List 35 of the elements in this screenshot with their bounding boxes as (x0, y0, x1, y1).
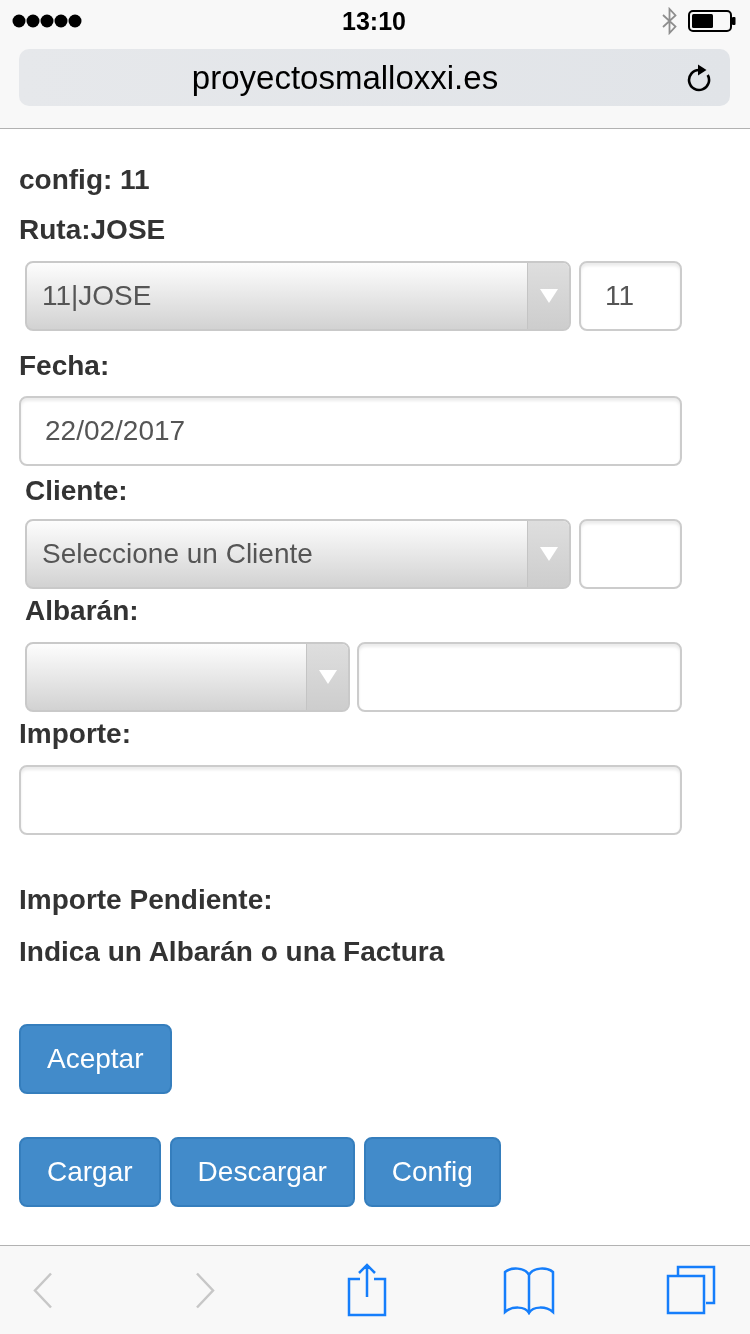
amount-field[interactable] (19, 765, 682, 835)
amount-label: Importe: (19, 717, 131, 751)
reload-icon[interactable] (685, 63, 713, 92)
chevron-left-icon (33, 1271, 53, 1309)
client-select[interactable]: Seleccione un Cliente (25, 519, 571, 589)
signal-strength-icon (12, 14, 82, 28)
message-text: Indica un Albarán o una Factura (19, 935, 445, 969)
delivery-note-field[interactable] (357, 642, 682, 712)
url-text: proyectosmalloxxi.es (190, 58, 500, 97)
battery-icon (688, 10, 736, 32)
address-bar[interactable]: proyectosmalloxxi.es (19, 49, 730, 106)
bluetooth-icon (662, 7, 677, 35)
client-code-field[interactable] (579, 519, 682, 589)
date-label: Fecha: (19, 349, 110, 383)
config-heading: config: 11 (19, 163, 150, 197)
route-select[interactable]: 11|JOSE (25, 261, 571, 331)
delivery-note-label: Albarán: (25, 594, 139, 628)
caret-icon (539, 289, 558, 303)
chevron-right-icon (195, 1271, 215, 1309)
caret-icon (318, 670, 337, 684)
delivery-note-select[interactable] (25, 642, 350, 712)
caret-icon (539, 547, 558, 561)
status-time: 13:10 (342, 6, 406, 36)
action-button[interactable]: Cargar (19, 1137, 161, 1207)
share-icon (347, 1263, 387, 1317)
route-heading: Ruta:JOSE (19, 213, 166, 247)
date-field[interactable]: 22/02/2017 (19, 396, 682, 466)
tabs-icon (666, 1265, 716, 1315)
pending-amount-label: Importe Pendiente: (19, 883, 273, 917)
accept-button[interactable]: Aceptar (19, 1024, 172, 1094)
route-code-field[interactable]: 11 (579, 261, 682, 331)
client-label: Cliente: (25, 474, 128, 508)
action-button[interactable]: Descargar (169, 1137, 355, 1207)
action-button[interactable]: Config (363, 1137, 501, 1207)
book-icon (503, 1265, 555, 1315)
